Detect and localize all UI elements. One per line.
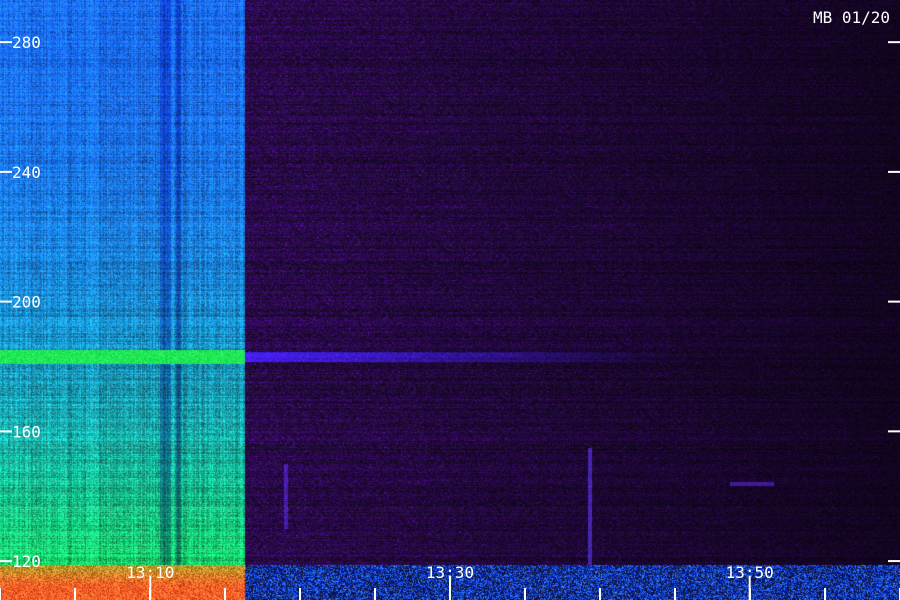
x-tick-label: 13:30 — [426, 563, 474, 582]
y-axis-ticks: 120 160 200 240 280 — [0, 33, 900, 571]
x-axis-ticks: 13:10 13:30 13:50 — [0, 563, 900, 600]
y-tick-label: 240 — [12, 163, 41, 182]
chart-overlay: 120 160 200 240 280 13:10 13:30 13:50 MB 01/20 — [0, 8, 900, 600]
y-tick-label: 120 — [12, 552, 41, 571]
y-tick-label: 160 — [12, 422, 41, 441]
x-tick-label: 13:10 — [126, 563, 174, 582]
station-date-label: MB 01/20 — [813, 8, 890, 27]
y-tick-label: 200 — [12, 293, 41, 312]
x-tick-label: 13:50 — [726, 563, 774, 582]
y-tick-label: 280 — [12, 33, 41, 52]
